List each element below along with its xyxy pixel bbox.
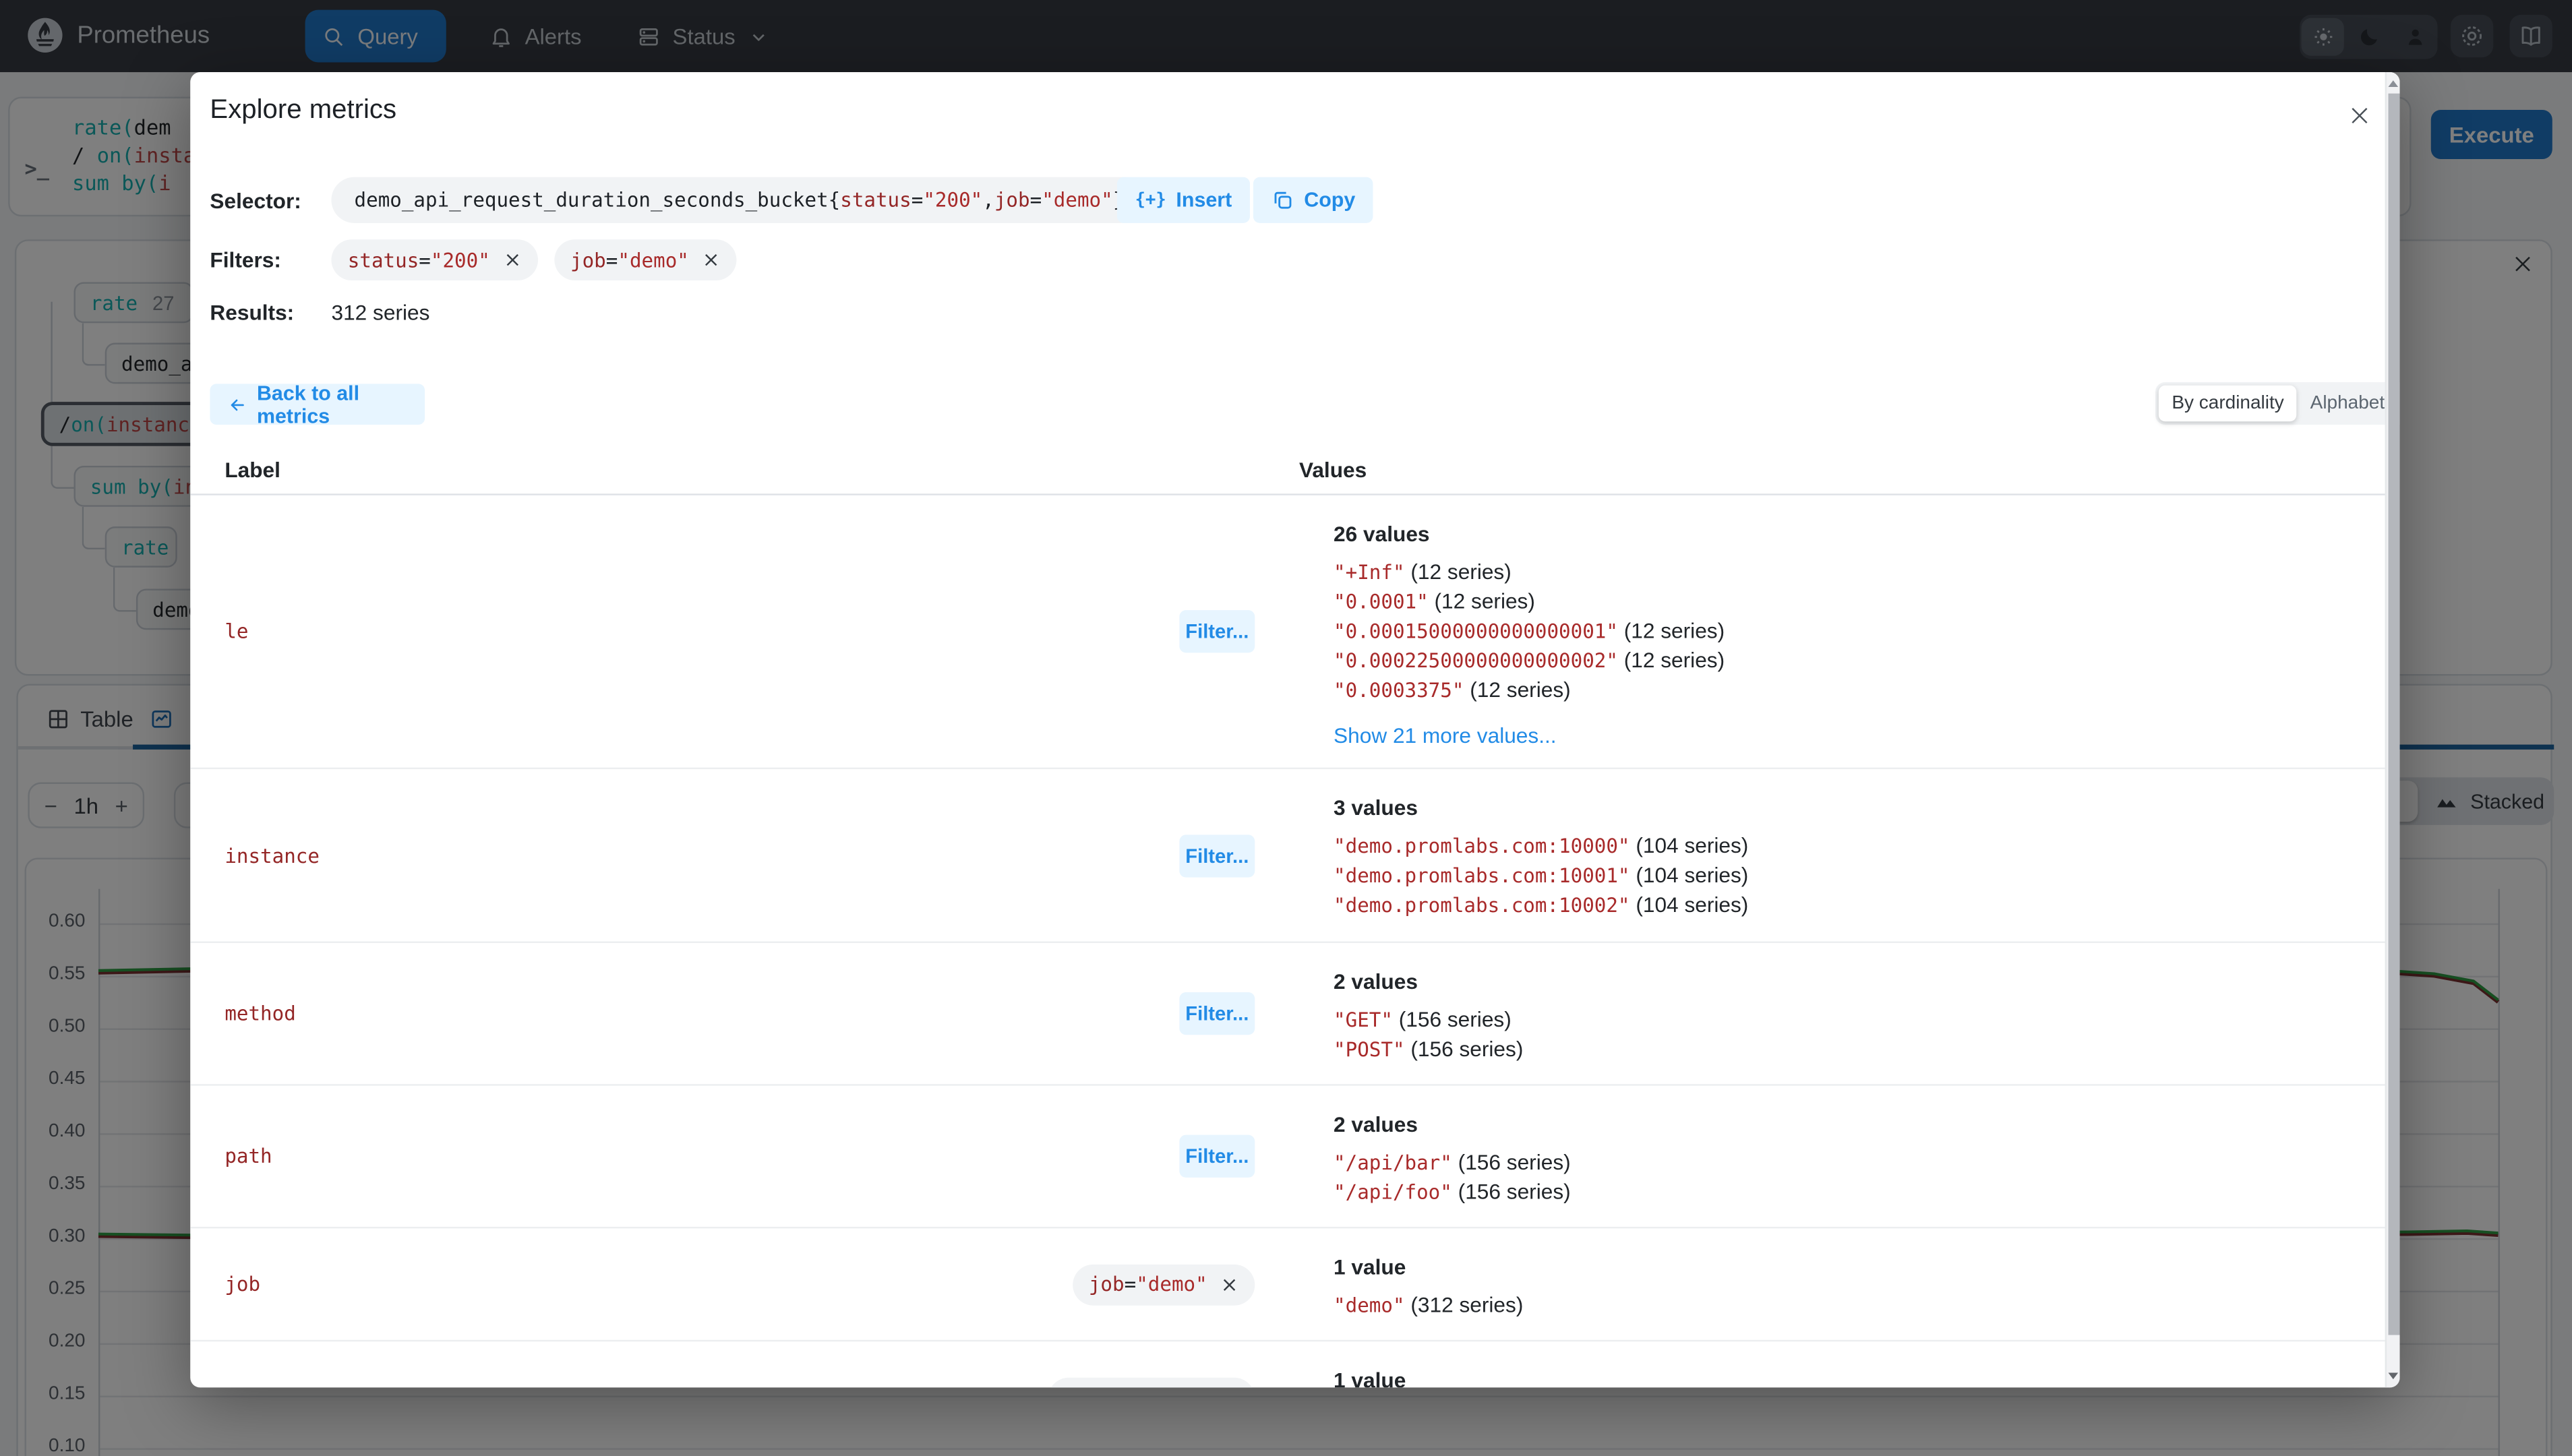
scroll-down-arrow[interactable] bbox=[2388, 1372, 2399, 1380]
explore-metrics-modal: Explore metrics Selector: demo_api_reque… bbox=[190, 72, 2400, 1388]
label-row-status: statusstatus="200"1 value"200" (312 seri… bbox=[190, 1341, 2385, 1388]
label-value: "/api/bar" (156 series) bbox=[1334, 1149, 1571, 1175]
back-button-label: Back to all metrics bbox=[256, 381, 360, 427]
label-value: "demo.promlabs.com:10001" (104 series) bbox=[1334, 862, 1749, 888]
back-to-all-metrics-button[interactable]: Back to all metrics bbox=[210, 381, 425, 427]
label-name: path bbox=[225, 1145, 272, 1168]
close-icon bbox=[2351, 107, 2367, 123]
label-value: "demo.promlabs.com:10000" (104 series) bbox=[1334, 832, 1749, 858]
sort-option-by-cardinality[interactable]: By cardinality bbox=[2158, 385, 2298, 422]
filters-row: Filters: status="200" job="demo" bbox=[210, 239, 737, 281]
label-row-le: le Filter... 26 values "+Inf" (12 series) "0… bbox=[190, 495, 2385, 770]
label-name: le bbox=[225, 619, 249, 643]
label-table-body: le Filter... 26 values "+Inf" (12 series) "0… bbox=[190, 495, 2385, 1388]
series-count: (156 series) bbox=[1458, 1149, 1571, 1175]
label-value: "0.00015000000000000001" (12 series) bbox=[1334, 618, 1725, 643]
filter-values-button[interactable]: Filter... bbox=[1179, 992, 1255, 1035]
label-value: "+Inf" (12 series) bbox=[1334, 559, 1512, 584]
series-count: (12 series) bbox=[1470, 677, 1571, 702]
label-row-path: path Filter... 2 values "/api/bar" (156 ser… bbox=[190, 1086, 2385, 1229]
label-name: instance bbox=[225, 843, 320, 867]
values-count: 1 value bbox=[1334, 1368, 1406, 1388]
label-row-job: job job="demo" 1 value "demo" (312 series) bbox=[190, 1228, 2385, 1342]
show-more-values-link[interactable]: Show 21 more values... bbox=[1334, 723, 2364, 748]
series-count: (156 series) bbox=[1398, 1006, 1512, 1032]
label-name: job bbox=[225, 1273, 261, 1296]
label-row-instance: instance Filter... 3 values "demo.promlabs.… bbox=[190, 769, 2385, 943]
remove-filter-icon[interactable] bbox=[503, 251, 521, 269]
values-count: 3 values bbox=[1334, 795, 1418, 820]
label-row-method: method Filter... 2 values "GET" (156 series… bbox=[190, 943, 2385, 1086]
series-count: (156 series) bbox=[1410, 1036, 1524, 1062]
series-count: (156 series) bbox=[1458, 1179, 1571, 1204]
series-count: (12 series) bbox=[1623, 648, 1725, 673]
selector-code: demo_api_request_duration_seconds_bucket… bbox=[331, 177, 1148, 223]
row-filter-chip[interactable]: status="200" bbox=[1048, 1377, 1255, 1388]
insert-label: Insert bbox=[1176, 188, 1232, 212]
results-label: Results: bbox=[210, 299, 295, 324]
scroll-up-arrow[interactable] bbox=[2388, 80, 2399, 87]
filter-values-button[interactable]: Filter... bbox=[1179, 1134, 1255, 1178]
modal-title: Explore metrics bbox=[210, 95, 397, 125]
label-value: "0.0003375" (12 series) bbox=[1334, 677, 1571, 702]
label-value: "GET" (156 series) bbox=[1334, 1006, 1512, 1032]
scrollbar-thumb[interactable] bbox=[2388, 93, 2400, 1335]
column-header-label: Label bbox=[225, 457, 280, 483]
arrow-left-icon bbox=[231, 398, 244, 411]
copy-button[interactable]: Copy bbox=[1253, 177, 1374, 223]
series-count: (104 series) bbox=[1636, 832, 1749, 858]
label-name: method bbox=[225, 1002, 296, 1025]
filter-values-button[interactable]: Filter... bbox=[1179, 610, 1255, 653]
values-count: 2 values bbox=[1334, 969, 1418, 994]
table-header: Label Values bbox=[190, 446, 2385, 495]
remove-filter-icon[interactable] bbox=[1220, 1275, 1238, 1294]
series-count: (12 series) bbox=[1623, 618, 1725, 643]
values-count: 26 values bbox=[1334, 521, 1430, 547]
modal-scrollbar[interactable] bbox=[2385, 72, 2400, 1388]
series-count: (104 series) bbox=[1636, 862, 1749, 888]
label-value: "demo.promlabs.com:10002" (104 series) bbox=[1334, 892, 1749, 917]
sort-toggle: By cardinality Alphabetic bbox=[2155, 382, 2400, 425]
remove-filter-icon[interactable] bbox=[702, 251, 720, 269]
modal-close-button[interactable] bbox=[2336, 92, 2382, 138]
filter-chip[interactable]: job="demo" bbox=[554, 239, 737, 281]
label-value: "demo" (312 series) bbox=[1334, 1292, 1524, 1317]
series-count: (12 series) bbox=[1434, 588, 1535, 613]
selector-label: Selector: bbox=[210, 187, 301, 213]
values-count: 2 values bbox=[1334, 1112, 1418, 1137]
filters-label: Filters: bbox=[210, 247, 281, 272]
app-root: Prometheus QueryAlertsStatus >_ rate(dem… bbox=[0, 0, 2572, 1456]
label-value: "POST" (156 series) bbox=[1334, 1036, 1524, 1062]
series-count: (12 series) bbox=[1410, 559, 1512, 584]
filter-values-button[interactable]: Filter... bbox=[1179, 834, 1255, 877]
results-count: 312 series bbox=[331, 299, 430, 324]
series-count: (104 series) bbox=[1636, 892, 1749, 917]
row-filter-chip[interactable]: job="demo" bbox=[1072, 1263, 1255, 1305]
results-row: Results: 312 series bbox=[210, 297, 429, 326]
selector-row: Selector: demo_api_request_duration_seco… bbox=[210, 177, 1148, 223]
copy-icon bbox=[1274, 191, 1292, 209]
values-count: 1 value bbox=[1334, 1254, 1406, 1279]
label-value: "0.0001" (12 series) bbox=[1334, 588, 1535, 613]
insert-icon: {+} bbox=[1135, 190, 1166, 210]
filter-chip[interactable]: status="200" bbox=[331, 239, 538, 281]
label-value: "0.00022500000000000002" (12 series) bbox=[1334, 648, 1725, 673]
insert-button[interactable]: {+} Insert bbox=[1116, 177, 1251, 223]
copy-label: Copy bbox=[1304, 188, 1356, 212]
series-count: (312 series) bbox=[1410, 1292, 1524, 1317]
filter-chips: status="200" job="demo" bbox=[331, 239, 737, 281]
label-value: "/api/foo" (156 series) bbox=[1334, 1179, 1571, 1204]
column-header-values: Values bbox=[1298, 457, 1367, 483]
